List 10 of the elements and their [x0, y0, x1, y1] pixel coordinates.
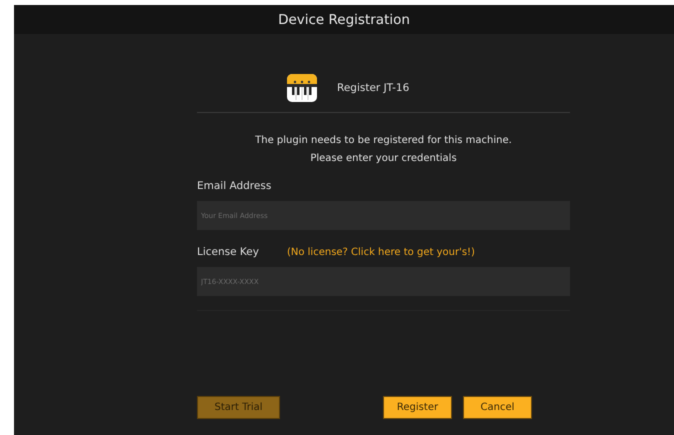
product-title: Register JT-16 [337, 82, 410, 94]
get-license-link[interactable]: (No license? Click here to get your's!) [286, 246, 475, 258]
window-title: Device Registration [278, 12, 410, 28]
field-label: Email Address [197, 180, 272, 192]
instruction-text: Please enter your credentials [310, 153, 457, 164]
instruction-text: The plugin needs to be registered for this machine. [255, 135, 512, 146]
field-label: License Key [197, 246, 259, 258]
register-button[interactable]: Register [383, 396, 452, 419]
cancel-button[interactable]: Cancel [463, 396, 532, 419]
piano-app-icon [287, 74, 317, 102]
